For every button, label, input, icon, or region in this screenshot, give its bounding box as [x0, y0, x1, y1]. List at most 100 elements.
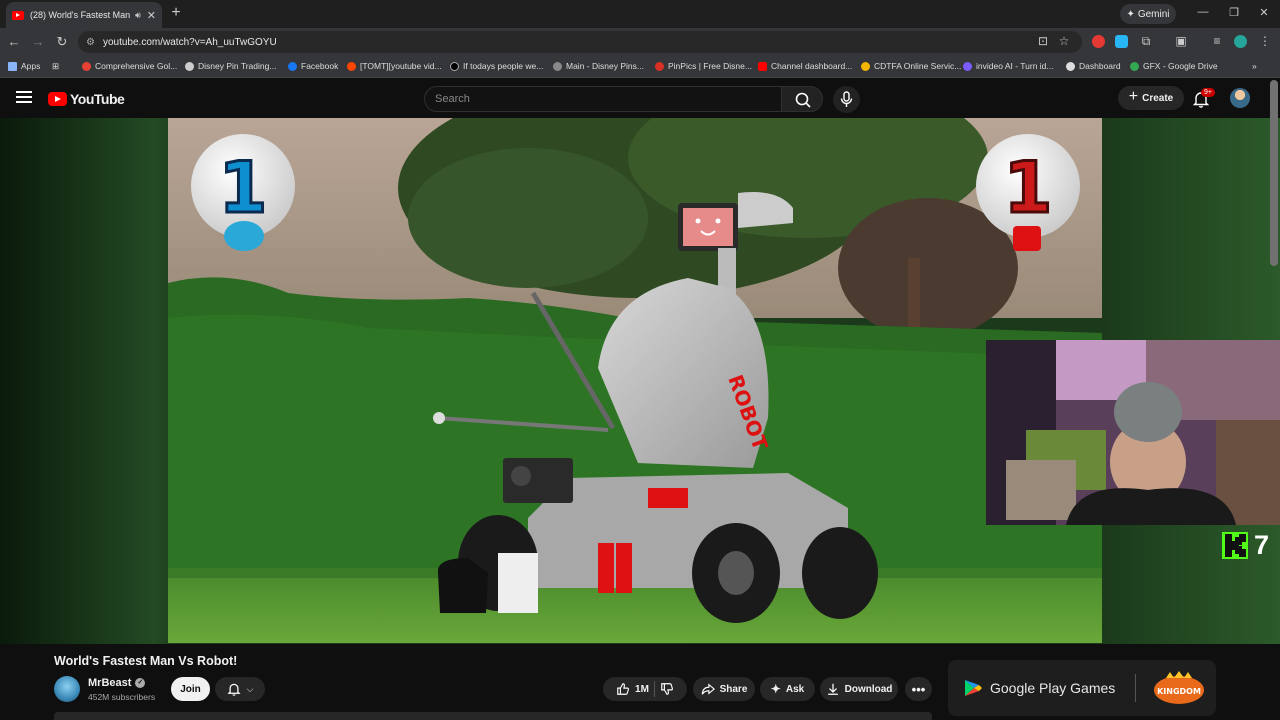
bookmark-grid-icon[interactable]: ⊞ — [52, 61, 59, 72]
chrome-menu-icon[interactable]: ⋮ — [1258, 34, 1272, 48]
verified-check-icon: ✓ — [135, 678, 146, 688]
bookmark-12[interactable]: GFX - Google Drive — [1130, 61, 1218, 71]
thumbs-down-icon[interactable] — [660, 682, 674, 696]
bookmark-3[interactable]: Facebook — [288, 61, 338, 71]
google-play-games-ad[interactable]: Google Play Games KINGDOM — [948, 660, 1216, 716]
ask-label: Ask — [785, 683, 805, 695]
profile-icon[interactable] — [1234, 35, 1247, 48]
share-label: Share — [719, 683, 748, 695]
extension-blue-icon[interactable] — [1115, 35, 1128, 48]
more-actions-button[interactable]: ••• — [905, 677, 932, 701]
voice-search-button[interactable] — [833, 86, 860, 113]
youtube-favicon-icon — [12, 10, 24, 20]
subscription-bell-button[interactable]: ⌵ — [215, 677, 265, 701]
forward-arrow-icon[interactable]: → — [30, 34, 46, 49]
left-score-number: 1 — [219, 147, 268, 229]
ad-separator — [1135, 674, 1137, 702]
like-divider — [653, 681, 655, 697]
reload-icon[interactable]: ↻ — [54, 34, 70, 50]
minimize-icon[interactable]: — — [1196, 6, 1210, 18]
youtube-studio-icon — [758, 61, 767, 71]
gemini-label: Gemini — [1137, 8, 1170, 20]
extensions-puzzle-icon[interactable]: ⧉ — [1139, 34, 1153, 49]
search-input[interactable]: Search — [424, 86, 782, 112]
channel-avatar[interactable] — [54, 676, 80, 702]
tiktok-icon — [450, 61, 459, 71]
streamer-webcam-image — [986, 340, 1280, 525]
install-app-icon[interactable]: ⊡ — [1036, 34, 1050, 48]
search-button[interactable] — [781, 86, 823, 112]
grid-icon: ⊞ — [52, 61, 60, 71]
back-arrow-icon[interactable]: ← — [6, 34, 22, 49]
url-text: youtube.com/watch?v=Ah_uuTwGOYU — [102, 36, 277, 48]
bookmark-6[interactable]: Main - Disney Pins... — [553, 61, 644, 71]
webcam-overlay — [986, 340, 1280, 525]
browser-tab-bar: (28) World's Fastest Man Vs 🔊︎ ✕ + ✦ Gem… — [0, 0, 1280, 28]
disney-icon — [185, 61, 194, 71]
channel-name-row[interactable]: MrBeast ✓ — [88, 677, 146, 689]
download-label: Download — [844, 683, 893, 695]
bookmark-4[interactable]: [TOMT][youtube vid... — [347, 61, 442, 71]
subscriber-count: 452M subscribers — [88, 692, 156, 702]
bookmark-apps[interactable]: Apps — [8, 61, 40, 71]
create-button[interactable]: + Create — [1118, 86, 1184, 110]
brain-icon — [224, 221, 264, 251]
gemini-button[interactable]: ✦ Gemini — [1120, 4, 1176, 24]
site-info-icon[interactable]: ⚙ — [86, 37, 95, 48]
download-icon — [827, 683, 838, 695]
close-tab-icon[interactable]: ✕ — [147, 9, 156, 22]
user-avatar[interactable] — [1230, 88, 1250, 108]
chevron-down-icon: ⌵ — [246, 683, 254, 694]
media-control-icon[interactable]: ≡ — [1210, 34, 1224, 48]
video-player[interactable]: ROBOT 1 1 — [168, 118, 1102, 643]
bookmark-star-icon[interactable]: ☆ — [1057, 34, 1071, 48]
golf-site-icon — [82, 61, 91, 71]
bell-icon — [227, 683, 241, 696]
bookmark-9[interactable]: CDTFA Online Servic... — [861, 61, 961, 71]
like-count: 1M — [635, 683, 649, 695]
share-button[interactable]: Share — [693, 677, 755, 701]
download-button[interactable]: Download — [820, 677, 898, 701]
share-icon — [701, 683, 715, 695]
browser-tab-active[interactable]: (28) World's Fastest Man Vs 🔊︎ ✕ — [6, 2, 162, 28]
ad-brand-text: Google Play Games — [990, 680, 1116, 696]
close-window-icon[interactable]: ✕ — [1257, 6, 1271, 19]
search-icon — [795, 92, 811, 108]
bookmark-8[interactable]: Channel dashboard... — [758, 61, 852, 71]
bookmark-7[interactable]: PinPics | Free Disne... — [655, 61, 752, 71]
pin-icon — [553, 61, 562, 71]
bookmark-5[interactable]: If todays people we... — [450, 61, 543, 71]
restore-icon[interactable]: ❐ — [1227, 6, 1241, 19]
bookmark-10[interactable]: invideo AI - Turn id... — [963, 61, 1053, 71]
dashboard-icon — [1066, 61, 1075, 71]
bookmark-2[interactable]: Disney Pin Trading... — [185, 61, 276, 71]
kick-logo-icon — [1222, 532, 1248, 559]
cookie-run-kingdom-logo: KINGDOM — [1154, 671, 1205, 704]
google-play-games-logo-icon — [965, 680, 982, 696]
bookmark-11[interactable]: Dashboard — [1066, 61, 1121, 71]
side-panel-icon[interactable]: ▣ — [1174, 34, 1188, 48]
bookmarks-overflow-icon[interactable]: » — [1252, 61, 1257, 71]
speaker-icon[interactable]: 🔊︎ — [135, 10, 141, 21]
extension-red-icon[interactable] — [1092, 35, 1105, 48]
address-bar-row: ← → ↻ ⚙ youtube.com/watch?v=Ah_uuTwGOYU … — [0, 28, 1280, 56]
create-label: Create — [1142, 92, 1174, 104]
pinpics-icon — [655, 61, 664, 71]
reddit-icon — [347, 61, 356, 71]
sparkle-icon: ✦ — [1126, 8, 1135, 20]
bookmark-1[interactable]: Comprehensive Gol... — [82, 61, 177, 71]
plus-icon: + — [1128, 88, 1139, 105]
youtube-logo[interactable]: YouTube — [48, 91, 125, 107]
page-scrollbar[interactable] — [1270, 80, 1278, 266]
join-button[interactable]: Join — [171, 677, 210, 701]
robot-face-icon — [1013, 226, 1041, 251]
youtube-logo-text: YouTube — [70, 91, 125, 107]
ask-button[interactable]: ✦ Ask — [760, 677, 815, 701]
like-button[interactable]: 1M — [616, 682, 649, 696]
microphone-icon — [840, 91, 853, 107]
cdtfa-icon — [861, 61, 870, 71]
hamburger-menu-icon[interactable] — [16, 91, 32, 103]
ad-game-name: KINGDOM — [1157, 687, 1201, 696]
url-field[interactable]: ⚙ youtube.com/watch?v=Ah_uuTwGOYU — [78, 31, 1082, 53]
new-tab-button[interactable]: + — [168, 4, 184, 22]
